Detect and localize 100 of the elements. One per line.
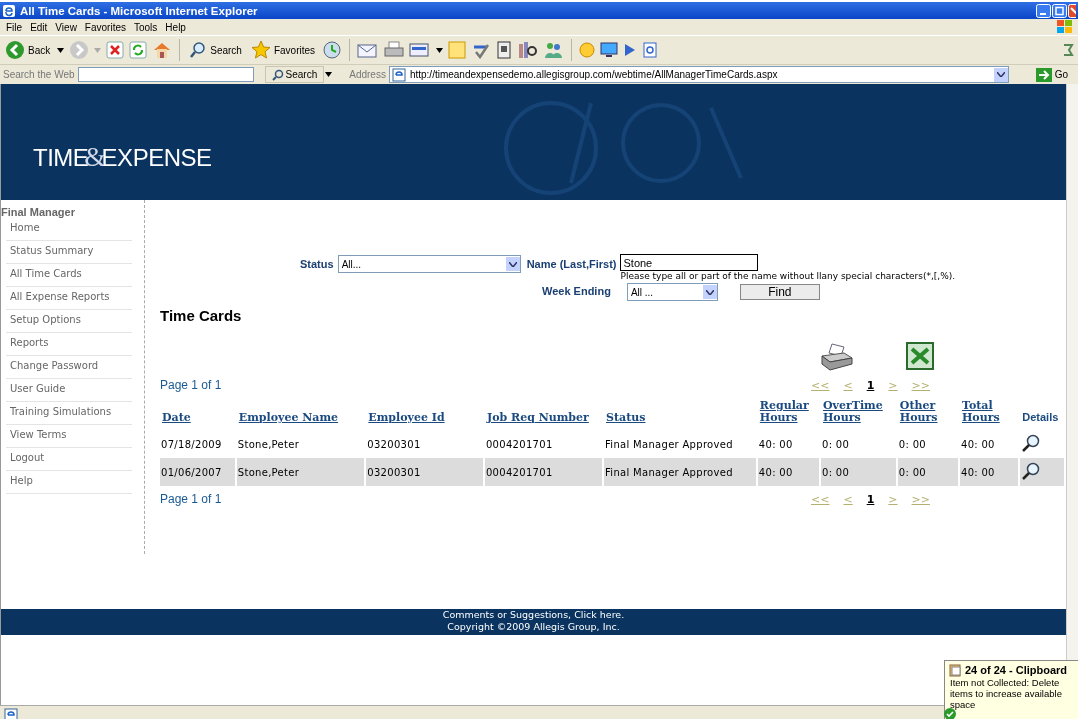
page-icon [4,707,18,719]
column-header[interactable]: Date [162,412,233,424]
address-label: Address [349,69,386,80]
spreadsheet-icon[interactable] [906,342,934,370]
table-cell: 40: 00 [960,466,995,478]
sidebar-item[interactable]: Training Simulations [6,402,132,425]
monitor-icon[interactable] [600,42,619,58]
minimize-icon[interactable] [1036,3,1051,18]
maximize-icon[interactable] [1052,3,1067,18]
column-header[interactable]: Job Req Number [486,412,601,424]
sidebar-item[interactable]: View Terms [6,425,132,448]
column-header[interactable]: Regular Hours [759,400,817,424]
balloon-text: Item not Collected: Delete items to increase available space [950,677,1062,710]
sidebar-item[interactable]: Setup Options [6,310,132,333]
menu-item[interactable]: Favorites [82,21,132,33]
table-cell: 0004201701 [485,438,553,450]
sidebar-item[interactable]: All Time Cards [6,264,132,287]
people-icon[interactable] [542,41,565,59]
column-header[interactable]: OverTime Hours [822,400,894,424]
caret-icon[interactable] [57,47,65,53]
refresh-icon[interactable] [129,41,148,59]
table-cell: Stone,Peter [237,438,300,450]
page-icon[interactable] [642,42,659,58]
chevron-icon [705,289,714,295]
table-cell: Final Manager Approved [605,438,733,450]
menu-item[interactable]: Edit [28,21,54,33]
dropdown-button[interactable] [505,257,520,271]
table-cell: 01/06/2007 [161,466,222,478]
table-cell: 0: 00 [821,438,850,450]
table-cell: 40: 00 [758,438,793,450]
pager-link[interactable]: 1 [866,492,875,506]
balloon-title: 24 of 24 - Clipboard [965,664,1068,676]
status-dropdown[interactable]: All... [337,255,521,273]
menu-item[interactable]: Tools [132,21,164,33]
logo: TIME&EXPENSE [33,141,212,173]
column-header[interactable]: Employee Id [368,412,481,424]
pager-link[interactable]: 1 [866,378,875,392]
name-field[interactable]: Stone [620,254,759,271]
window-title: All Time Cards - Microsoft Internet Explorer [20,4,258,17]
caret-icon[interactable] [436,47,444,53]
table-cell: 40: 00 [960,438,995,450]
table-cell: 0004201701 [485,466,553,478]
name-label: Name (Last,First) [526,258,617,270]
clipboard-icon [948,663,962,677]
device-icon[interactable] [496,41,513,59]
edit-icon[interactable] [409,41,432,59]
printer-icon[interactable] [384,41,405,59]
menu-item[interactable]: Help [163,21,192,33]
search-label: Search the Web [3,69,75,80]
search-button[interactable]: Search [187,41,244,59]
column-header: Details [1022,411,1059,423]
menu-item[interactable]: View [53,21,83,33]
printer-icon[interactable] [820,342,854,372]
column-header[interactable]: Status [606,412,754,424]
column-header[interactable]: Other Hours [899,400,956,424]
go-button[interactable]: Go [1029,66,1074,83]
hint-text: Please type all or part of the name without llany special characters(*,[,%). [620,271,956,281]
feedback-link[interactable]: Comments or Suggestions, Click here. [442,609,625,621]
page-heading: Time Cards [160,307,243,324]
dropdown-button[interactable] [993,67,1008,82]
close-icon[interactable] [1068,3,1076,18]
sidebar-item[interactable]: Help [6,471,132,494]
mail-icon[interactable] [357,41,380,59]
history-icon[interactable] [322,40,343,60]
address-field[interactable]: http://timeandexpensedemo.allegisgroup.com/webtime/AllManagerTimeCards.aspx [388,66,1009,83]
table-cell: Stone,Peter [237,466,300,478]
menu-item[interactable]: File [4,21,29,33]
find-button[interactable]: Find [739,284,820,300]
search-icon[interactable] [1021,433,1042,453]
search-button[interactable]: Search [264,66,325,83]
sidebar-item[interactable]: Change Password [6,356,132,379]
check-icon [944,708,956,719]
chevron-icon [508,261,517,267]
sidebar-item[interactable]: All Expense Reports [6,287,132,310]
star-icon [250,40,271,60]
search-field[interactable] [77,67,254,82]
sidebar-item[interactable]: Home [6,218,132,241]
page-icon [391,67,406,82]
column-header[interactable]: Employee Name [238,412,363,424]
favorites-button[interactable]: Favorites [248,40,318,60]
week-ending-dropdown[interactable]: All ... [626,283,718,301]
table-cell: 03200301 [367,438,421,450]
books-icon[interactable] [517,41,538,59]
table-cell: 40: 00 [758,466,793,478]
caret-icon[interactable] [325,72,333,77]
sidebar-item[interactable]: Reports [6,333,132,356]
table-cell: 07/18/2009 [161,438,222,450]
search-icon[interactable] [1021,461,1042,481]
table-cell: 03200301 [367,466,421,478]
sidebar-item[interactable]: Logout [6,448,132,471]
status-label: Status [300,258,334,270]
column-header[interactable]: Total Hours [961,400,1017,424]
windows-flag-icon [1056,19,1074,35]
notification-balloon[interactable]: 24 of 24 - Clipboard Item not Collected: Delete items to increase available space [944,660,1078,719]
dropdown-button[interactable] [702,285,717,299]
back-button[interactable]: Back [3,40,53,60]
copyright-text: Copyright ©2009 Allegis Group, Inc. [447,621,620,633]
sidebar-item[interactable]: Status Summary [6,241,132,264]
sidebar-item[interactable]: User Guide [6,379,132,402]
stop-icon[interactable] [106,41,125,59]
